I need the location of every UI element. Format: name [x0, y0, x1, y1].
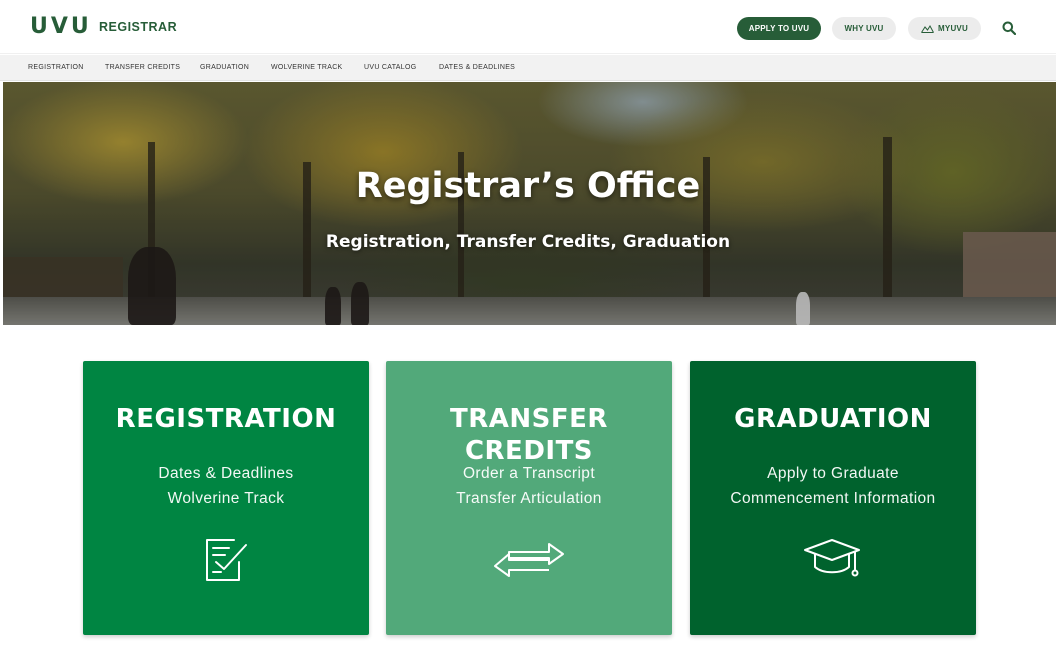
uvu-logo[interactable]: UVU — [30, 16, 92, 38]
myuvu-button[interactable]: MYUVU — [908, 17, 981, 40]
dates-deadlines-link[interactable]: Dates & Deadlines — [83, 464, 369, 484]
site-header: UVU REGISTRAR APPLY TO UVU WHY UVU MYUVU — [0, 0, 1056, 54]
card-title[interactable]: TRANSFER CREDITS — [386, 403, 672, 467]
hero-title: Registrar’s Office — [355, 166, 701, 206]
graduation-cap-icon — [803, 536, 863, 585]
subnav-item-uvu-catalog[interactable]: UVU CATALOG — [364, 64, 416, 72]
checklist-icon — [203, 536, 249, 589]
subnav-item-transfer-credits[interactable]: TRANSFER CREDITS — [105, 64, 180, 72]
apply-to-graduate-link[interactable]: Apply to Graduate — [690, 464, 976, 484]
secondary-nav: REGISTRATION TRANSFER CREDITS GRADUATION… — [0, 55, 1056, 81]
site-name[interactable]: REGISTRAR — [99, 20, 177, 34]
hero-subtitle: Registration, Transfer Credits, Graduati… — [325, 232, 731, 252]
mountain-icon — [921, 25, 934, 33]
myuvu-label: MYUVU — [938, 24, 968, 33]
subnav-item-registration[interactable]: REGISTRATION — [28, 64, 84, 72]
subnav-item-wolverine-track[interactable]: WOLVERINE TRACK — [271, 64, 343, 72]
apply-to-uvu-button[interactable]: APPLY TO UVU — [737, 17, 821, 40]
graduation-card[interactable]: GRADUATION Apply to Graduate Commencemen… — [690, 361, 976, 635]
subnav-item-graduation[interactable]: GRADUATION — [200, 64, 249, 72]
order-transcript-link[interactable]: Order a Transcript — [386, 464, 672, 484]
transfer-articulation-link[interactable]: Transfer Articulation — [386, 489, 672, 509]
transfer-credits-card[interactable]: TRANSFER CREDITS Order a Transcript Tran… — [386, 361, 672, 635]
wolverine-track-link[interactable]: Wolverine Track — [83, 489, 369, 509]
card-title[interactable]: GRADUATION — [690, 403, 976, 435]
subnav-item-dates-deadlines[interactable]: DATES & DEADLINES — [439, 64, 515, 72]
search-button[interactable] — [999, 18, 1019, 38]
registration-card[interactable]: REGISTRATION Dates & Deadlines Wolverine… — [83, 361, 369, 635]
transfer-arrows-icon — [493, 536, 565, 585]
why-uvu-button[interactable]: WHY UVU — [832, 17, 896, 40]
card-title[interactable]: REGISTRATION — [83, 403, 369, 435]
search-icon — [1002, 21, 1016, 35]
commencement-information-link[interactable]: Commencement Information — [690, 489, 976, 509]
